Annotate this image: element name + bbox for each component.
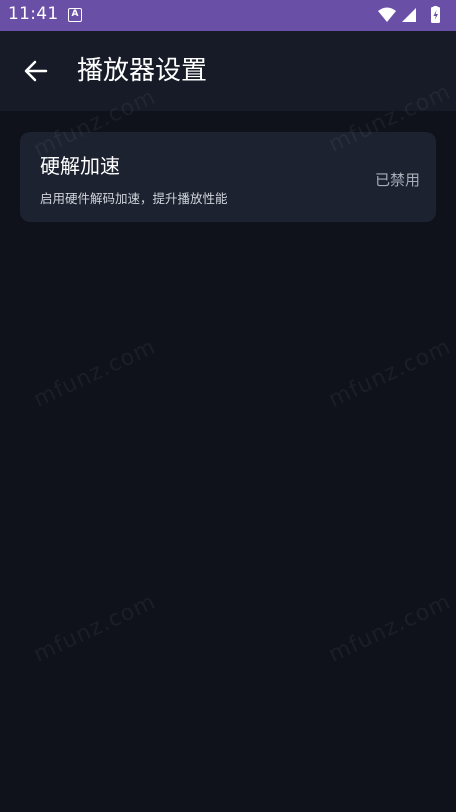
app-bar: 播放器设置 bbox=[0, 31, 456, 111]
setting-description: 启用硬件解码加速，提升播放性能 bbox=[40, 191, 228, 206]
signal-icon bbox=[402, 8, 416, 22]
page-title: 播放器设置 bbox=[77, 56, 208, 86]
status-icons bbox=[376, 6, 446, 24]
hardware-decoding-setting[interactable]: 硬解加速 启用硬件解码加速，提升播放性能 已禁用 bbox=[20, 132, 436, 222]
setting-status: 已禁用 bbox=[374, 171, 420, 189]
watermark: mfunz.com bbox=[30, 589, 160, 668]
setting-title: 硬解加速 bbox=[40, 154, 120, 178]
wifi-icon bbox=[378, 7, 396, 22]
arrow-back-icon bbox=[24, 60, 48, 82]
watermark: mfunz.com bbox=[325, 589, 455, 668]
back-button[interactable] bbox=[18, 53, 54, 89]
watermark: mfunz.com bbox=[30, 334, 160, 413]
battery-icon bbox=[431, 6, 440, 23]
watermark: mfunz.com bbox=[325, 334, 455, 413]
status-bar: 11:41 A bbox=[0, 0, 456, 31]
notification-icon: A bbox=[68, 8, 82, 22]
status-time: 11:41 bbox=[8, 4, 59, 24]
